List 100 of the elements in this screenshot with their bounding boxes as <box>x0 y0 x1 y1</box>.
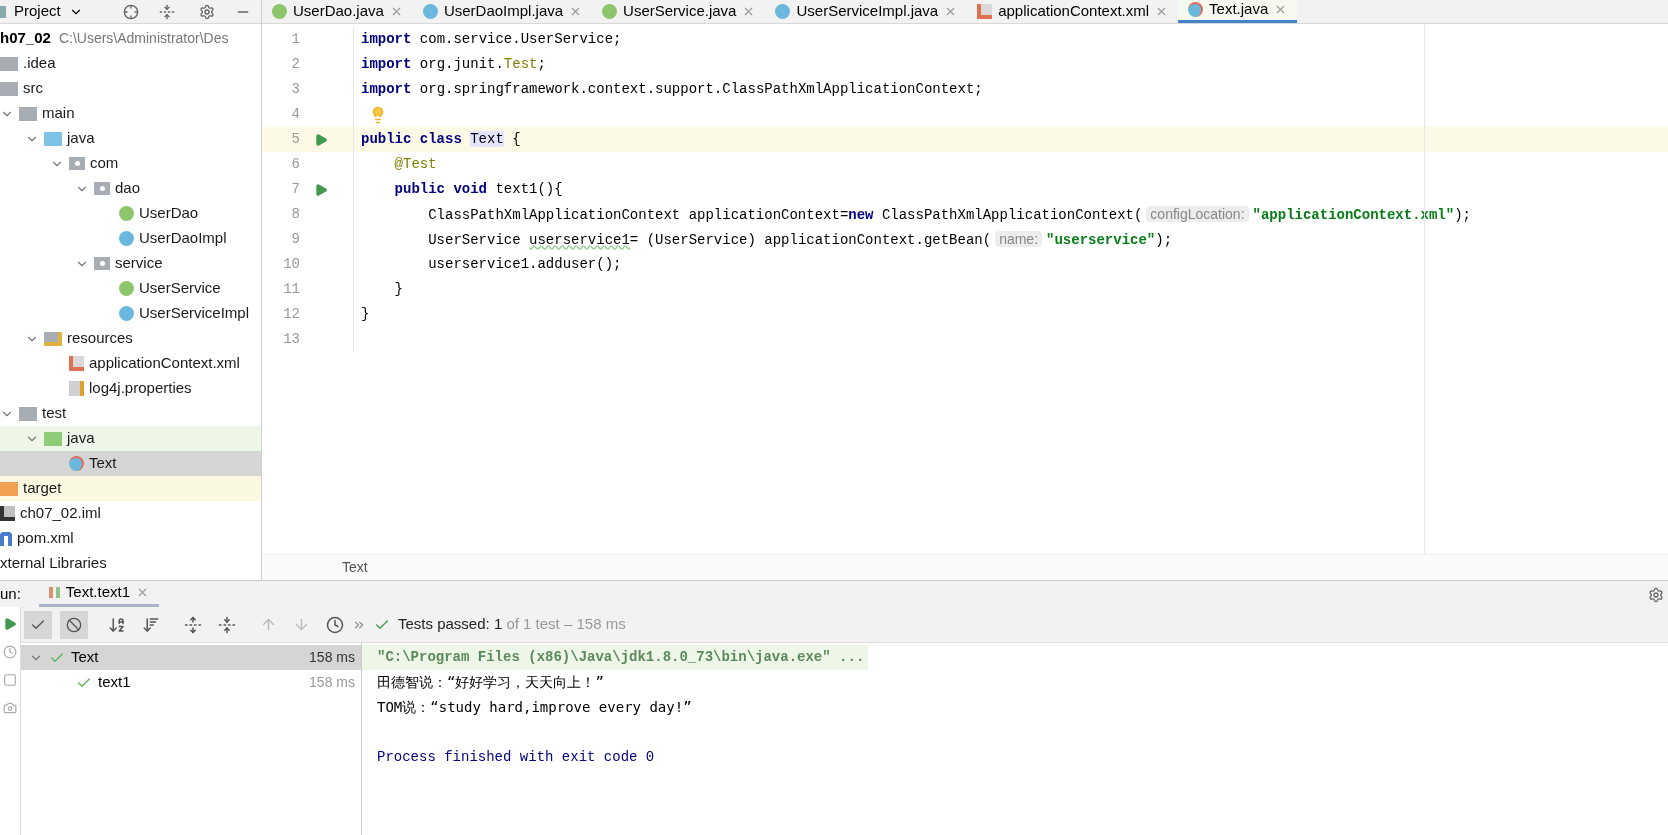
breadcrumb[interactable]: Text <box>342 557 368 578</box>
tree-item[interactable]: UserDaoImpl <box>0 226 261 251</box>
test-run-icon <box>48 587 60 598</box>
line-number: 2 <box>290 55 300 74</box>
run-icon[interactable] <box>314 182 328 197</box>
tree-item[interactable]: applicationContext.xml <box>0 351 261 376</box>
tree-item[interactable]: test <box>0 401 261 426</box>
rerun-icon[interactable] <box>3 617 17 631</box>
project-root[interactable]: h07_02 C:\Users\Administrator\Des <box>0 26 261 51</box>
line-number: 10 <box>282 255 300 274</box>
show-ignored-button[interactable] <box>60 610 88 639</box>
tree-item[interactable]: main <box>0 101 261 126</box>
tree-item[interactable]: UserServiceImpl <box>0 301 261 326</box>
tab-label: UserService.java <box>623 0 737 21</box>
folder-icon <box>44 131 62 146</box>
tree-item-label: com <box>90 153 119 174</box>
tree-item-label: dao <box>115 178 141 199</box>
show-passed-button[interactable] <box>24 610 52 639</box>
run-label: un: <box>0 584 22 605</box>
tree-item[interactable]: java <box>0 426 261 451</box>
line-number: 9 <box>290 230 300 249</box>
line-number: 13 <box>282 330 300 349</box>
test-time: 158 ms <box>309 673 355 692</box>
editor-tab[interactable]: UserDaoImpl.java <box>412 0 593 23</box>
settings-icon[interactable] <box>1648 587 1664 603</box>
test-time: 158 ms <box>309 648 355 667</box>
console-line: 田德智说：“好好学习，天天向上！” <box>376 673 605 692</box>
clock-icon[interactable] <box>326 615 344 634</box>
tree-item[interactable]: log4j.properties <box>0 376 261 401</box>
console-line: TOM说：“study hard,improve every day!” <box>376 698 693 717</box>
tree-item[interactable]: pom.xml <box>0 526 261 551</box>
history-icon[interactable] <box>3 645 17 659</box>
tree-item-label: UserDao <box>139 203 199 224</box>
tree-item[interactable]: UserService <box>0 276 261 301</box>
tree-item[interactable]: src <box>0 76 261 101</box>
folder-icon <box>0 81 18 96</box>
tree-item-label: .idea <box>23 53 56 74</box>
stop-icon[interactable] <box>3 673 17 687</box>
tree-item[interactable]: dao <box>0 176 261 201</box>
code-line: public void text1(){ <box>393 180 563 199</box>
collapse-icon[interactable] <box>158 3 175 20</box>
tree-item[interactable]: xternal Libraries <box>0 551 261 576</box>
editor-tab[interactable]: applicationContext.xml <box>967 0 1179 23</box>
locate-icon[interactable] <box>122 3 139 20</box>
editor-tab[interactable]: UserDao.java <box>262 0 413 23</box>
project-path: C:\Users\Administrator\Des <box>58 29 229 48</box>
line-number: 7 <box>290 180 300 199</box>
code-line: import org.junit.Test; <box>361 55 546 74</box>
maven-icon <box>0 531 12 546</box>
tab-label: UserServiceImpl.java <box>796 0 939 21</box>
tree-item[interactable]: Text <box>0 451 261 476</box>
sort-alpha-icon[interactable] <box>108 615 126 634</box>
line-number: 4 <box>290 105 300 124</box>
tree-item-label: xternal Libraries <box>0 553 107 574</box>
code-line: public class Text { <box>361 130 521 149</box>
tab-label: UserDaoImpl.java <box>443 0 564 21</box>
editor-tab[interactable]: Text.java <box>1178 0 1298 23</box>
tree-item-label: UserServiceImpl <box>139 303 250 324</box>
test-row[interactable]: text1 158 ms <box>21 670 361 695</box>
tree-item[interactable]: .idea <box>0 51 261 76</box>
sort-duration-icon[interactable] <box>142 615 160 634</box>
tree-item-label: UserService <box>139 278 221 299</box>
tree-item[interactable]: java <box>0 126 261 151</box>
package-icon <box>69 157 85 170</box>
tree-item[interactable]: target <box>0 476 261 501</box>
test-class-icon <box>1188 2 1204 17</box>
project-title[interactable]: Project <box>14 0 61 23</box>
line-number: 1 <box>290 30 300 49</box>
project-icon <box>0 5 6 18</box>
camera-icon[interactable] <box>3 701 17 715</box>
settings-icon[interactable] <box>198 3 215 20</box>
expand-all-icon[interactable] <box>184 615 202 634</box>
tree-item-label: resources <box>67 328 133 349</box>
editor-tab[interactable]: UserServiceImpl.java <box>765 0 968 23</box>
package-icon <box>94 182 110 195</box>
tree-item-label: service <box>115 253 163 274</box>
folder-icon <box>0 56 18 71</box>
tree-item[interactable]: ch07_02.iml <box>0 501 261 526</box>
project-name: h07_02 <box>0 28 51 49</box>
tree-item[interactable]: resources <box>0 326 261 351</box>
code-line: } <box>361 305 370 324</box>
run-icon[interactable] <box>314 132 328 147</box>
editor-tab[interactable]: UserService.java <box>592 0 766 23</box>
test-row[interactable]: Text 158 ms <box>21 645 361 670</box>
code-line: } <box>393 280 403 299</box>
tree-item[interactable]: service <box>0 251 261 276</box>
tree-item-label: java <box>67 128 95 149</box>
folder-icon <box>44 331 62 346</box>
code-line: import com.service.UserService; <box>361 30 622 49</box>
collapse-all-icon[interactable] <box>218 615 236 634</box>
interface-icon <box>602 3 618 19</box>
tab-label: Text.java <box>1209 0 1269 20</box>
tree-item[interactable]: UserDao <box>0 201 261 226</box>
tree-item-label: main <box>42 103 75 124</box>
folder-icon <box>19 406 37 421</box>
tree-item-label: UserDaoImpl <box>139 228 227 249</box>
line-number: 6 <box>290 155 300 174</box>
xml-file-icon <box>69 356 84 371</box>
line-number: 12 <box>282 305 300 324</box>
tree-item[interactable]: com <box>0 151 261 176</box>
